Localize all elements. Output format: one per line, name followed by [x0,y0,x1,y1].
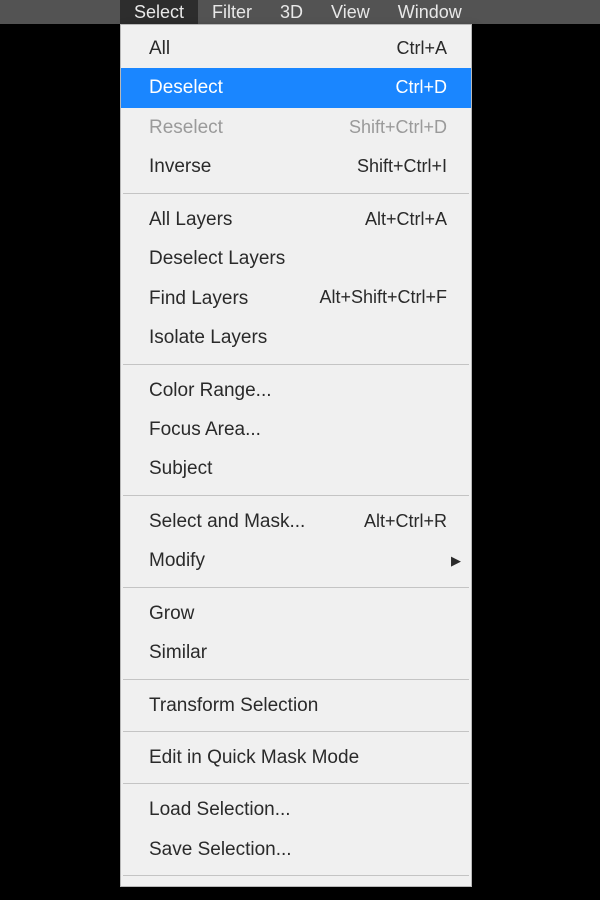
menubar: Select Filter 3D View Window [0,0,600,24]
menu-item-load-selection[interactable]: Load Selection... [121,790,471,829]
menu-item-label: Deselect [149,73,223,102]
menu-item-label: All Layers [149,205,232,234]
menu-item-shortcut: Ctrl+A [396,35,447,63]
menu-separator [123,783,469,784]
menu-item-label: Transform Selection [149,691,318,720]
menu-item-label: Grow [149,599,194,628]
menu-separator [123,731,469,732]
menu-item-label: All [149,34,170,63]
menu-item-color-range[interactable]: Color Range... [121,371,471,410]
menu-separator [123,587,469,588]
menu-item-label: Select and Mask... [149,507,305,536]
menu-item-label: Load Selection... [149,795,291,824]
menu-item-label: Similar [149,638,207,667]
menu-item-label: Color Range... [149,376,272,405]
menu-item-focus-area[interactable]: Focus Area... [121,410,471,449]
menu-item-all-layers[interactable]: All Layers Alt+Ctrl+A [121,200,471,239]
menu-item-label: Focus Area... [149,415,261,444]
menu-item-label: Reselect [149,113,223,142]
menu-item-find-layers[interactable]: Find Layers Alt+Shift+Ctrl+F [121,279,471,318]
menu-item-label: Isolate Layers [149,323,267,352]
menu-item-select-and-mask[interactable]: Select and Mask... Alt+Ctrl+R [121,502,471,541]
menu-item-label: Inverse [149,152,211,181]
menu-separator [123,364,469,365]
menu-item-label: Save Selection... [149,835,292,864]
menu-separator [123,495,469,496]
menu-item-shortcut: Alt+Shift+Ctrl+F [319,284,447,312]
menu-item-shortcut: Shift+Ctrl+I [357,153,447,181]
menu-item-save-selection[interactable]: Save Selection... [121,830,471,869]
menu-item-deselect[interactable]: Deselect Ctrl+D [121,68,471,107]
menu-separator [123,875,469,876]
menu-item-modify[interactable]: Modify ▶ [121,541,471,580]
menu-item-isolate-layers[interactable]: Isolate Layers [121,318,471,357]
menubar-item-window[interactable]: Window [384,0,476,24]
menu-item-label: Deselect Layers [149,244,285,273]
menu-item-label: Modify [149,546,205,575]
menubar-item-3d[interactable]: 3D [266,0,317,24]
menu-separator [123,679,469,680]
submenu-arrow-icon: ▶ [451,551,461,571]
select-dropdown: All Ctrl+A Deselect Ctrl+D Reselect Shif… [120,24,472,887]
menu-item-grow[interactable]: Grow [121,594,471,633]
menubar-item-select[interactable]: Select [120,0,198,24]
menu-item-shortcut: Alt+Ctrl+A [365,206,447,234]
menu-item-label: Subject [149,454,212,483]
menu-item-shortcut: Alt+Ctrl+R [364,508,447,536]
menu-item-label: Edit in Quick Mask Mode [149,743,359,772]
menu-item-transform-selection[interactable]: Transform Selection [121,686,471,725]
menu-item-reselect: Reselect Shift+Ctrl+D [121,108,471,147]
menu-item-edit-quick-mask[interactable]: Edit in Quick Mask Mode [121,738,471,777]
menubar-item-filter[interactable]: Filter [198,0,266,24]
menu-separator [123,193,469,194]
menu-item-label: Find Layers [149,284,248,313]
menu-item-shortcut: Ctrl+D [395,74,447,102]
menu-item-similar[interactable]: Similar [121,633,471,672]
menu-item-all[interactable]: All Ctrl+A [121,29,471,68]
menu-item-deselect-layers[interactable]: Deselect Layers [121,239,471,278]
menu-item-inverse[interactable]: Inverse Shift+Ctrl+I [121,147,471,186]
menubar-item-view[interactable]: View [317,0,384,24]
menu-item-subject[interactable]: Subject [121,449,471,488]
menu-item-shortcut: Shift+Ctrl+D [349,114,447,142]
